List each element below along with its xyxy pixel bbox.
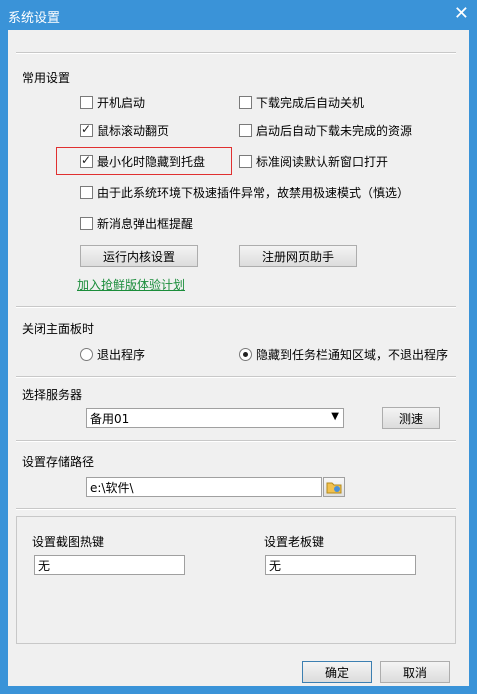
checkbox-box [239, 123, 252, 137]
close-icon[interactable]: ✕ [454, 3, 469, 24]
checkbox-message-popup[interactable]: 新消息弹出框提醒 [80, 215, 193, 231]
checkbox-startup[interactable]: 开机启动 [80, 94, 145, 110]
radio-circle [80, 347, 93, 361]
dropdown-arrow-icon: ▼ [331, 411, 339, 422]
dialog-body: 常用设置 开机启动 鼠标滚动翻页 最小化时隐藏到托盘 由于此系统环境下极速插件异… [8, 30, 469, 686]
ok-button[interactable]: 确定 [302, 661, 372, 683]
window-title: 系统设置 [8, 11, 61, 26]
boss-key-input[interactable]: 无 [265, 555, 416, 575]
checkbox-box [239, 95, 252, 109]
checkbox-box [80, 216, 93, 230]
divider [16, 440, 456, 442]
server-select[interactable]: 备用01 ▼ [86, 408, 344, 428]
storage-path-label: 设置存储路径 [22, 455, 95, 469]
checkbox-scroll-page[interactable]: 鼠标滚动翻页 [80, 122, 169, 138]
screenshot-hotkey-label: 设置截图热键 [32, 535, 105, 549]
checkbox-resume-downloads[interactable]: 启动后自动下载未完成的资源 [239, 122, 412, 138]
storage-path-input[interactable]: e:\软件\ [86, 477, 322, 497]
checkbox-box [80, 185, 93, 199]
checkbox-disable-turbo[interactable]: 由于此系统环境下极速插件异常，故禁用极速模式（慎选） [80, 184, 409, 200]
register-helper-button[interactable]: 注册网页助手 [239, 245, 357, 267]
divider [16, 508, 456, 510]
title-bar: 系统设置 ✕ [0, 0, 477, 30]
server-label: 选择服务器 [22, 388, 83, 402]
cancel-button[interactable]: 取消 [380, 661, 450, 683]
checkbox-box [80, 153, 93, 168]
browse-folder-button[interactable] [323, 477, 345, 497]
radio-hide-to-tray[interactable]: 隐藏到任务栏通知区域，不退出程序 [239, 346, 448, 362]
checkbox-box [80, 122, 93, 137]
join-beta-link[interactable]: 加入抢鲜版体验计划 [77, 276, 185, 293]
folder-icon [326, 482, 342, 494]
divider [16, 52, 456, 54]
checkbox-new-window[interactable]: 标准阅读默认新窗口打开 [239, 153, 388, 169]
boss-key-label: 设置老板键 [264, 535, 325, 549]
checkbox-shutdown-after-download[interactable]: 下载完成后自动关机 [239, 94, 364, 110]
divider [16, 376, 456, 378]
radio-circle [239, 347, 252, 361]
kernel-settings-button[interactable]: 运行内核设置 [80, 245, 198, 267]
close-panel-label: 关闭主面板时 [22, 322, 95, 336]
divider [16, 306, 456, 308]
screenshot-hotkey-input[interactable]: 无 [34, 555, 185, 575]
common-settings-label: 常用设置 [22, 71, 71, 85]
radio-exit-program[interactable]: 退出程序 [80, 346, 145, 362]
checkbox-box [239, 154, 252, 168]
speed-test-button[interactable]: 测速 [382, 407, 440, 429]
checkbox-box [80, 95, 93, 109]
checkbox-minimize-tray[interactable]: 最小化时隐藏到托盘 [80, 153, 205, 169]
